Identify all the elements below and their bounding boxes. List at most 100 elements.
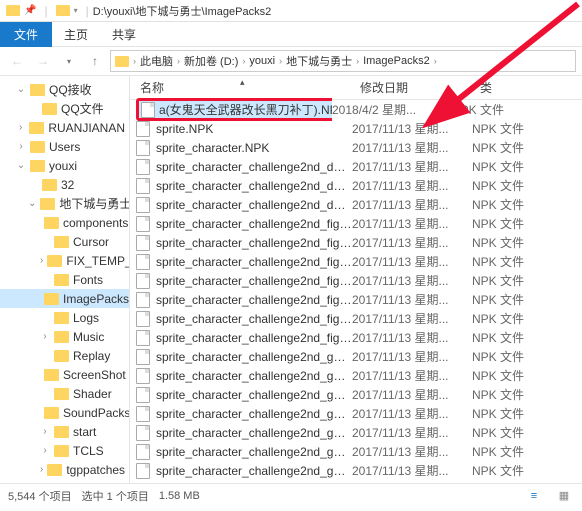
file-type: NPK 文件 xyxy=(472,196,524,213)
file-list[interactable]: a(女鬼天全武器改长黑刀补丁).NPK2018/4/2 星期...NPK 文件s… xyxy=(130,100,582,480)
tree-item-label: SoundPacks xyxy=(63,406,130,420)
tree-item-label: Users xyxy=(49,140,80,154)
tree-item[interactable]: Replay xyxy=(0,346,129,365)
file-row[interactable]: sprite_character_challenge2nd_gunne...20… xyxy=(130,442,582,461)
file-date: 2017/11/13 星期... xyxy=(352,215,472,232)
file-row[interactable]: sprite_character_challenge2nd_fighter...… xyxy=(130,214,582,233)
folder-icon xyxy=(44,293,59,305)
expand-icon[interactable]: › xyxy=(16,141,26,152)
tree-item-label: ImagePacks2 xyxy=(63,292,130,306)
file-row[interactable]: sprite_character_challenge2nd_fighter...… xyxy=(130,309,582,328)
crumb[interactable]: 地下城与勇士 xyxy=(282,53,356,69)
tree-item[interactable]: ⌄QQ接收 xyxy=(0,80,129,99)
tree-item[interactable]: components xyxy=(0,213,129,232)
expand-icon[interactable]: › xyxy=(16,122,25,133)
expand-icon[interactable]: ⌄ xyxy=(28,198,36,209)
tree-item[interactable]: › Music xyxy=(0,327,129,346)
tree-item-label: Music xyxy=(73,330,104,344)
file-row[interactable]: sprite_character_challenge2nd_demo...201… xyxy=(130,176,582,195)
file-row[interactable]: sprite_character_challenge2nd_fighter...… xyxy=(130,328,582,347)
folder-tree[interactable]: ⌄QQ接收QQ文件›RUANJIANAN›Users⌄youxi32⌄地下城与勇… xyxy=(0,76,130,483)
crumb[interactable]: 新加卷 (D:) xyxy=(180,53,242,69)
tree-item[interactable]: ⌄youxi xyxy=(0,156,129,175)
folder-icon xyxy=(40,198,55,210)
tree-item[interactable]: Logs xyxy=(0,308,129,327)
back-button[interactable]: ← xyxy=(6,50,28,72)
file-row[interactable]: sprite_character_challenge2nd_fighter...… xyxy=(130,252,582,271)
file-name: sprite_character_challenge2nd_fighter... xyxy=(156,217,352,231)
tree-item[interactable]: SoundPacks xyxy=(0,403,129,422)
file-row[interactable]: sprite_character_challenge2nd_gunne...20… xyxy=(130,461,582,480)
file-row[interactable]: sprite_character_challenge2nd_darkk...20… xyxy=(130,157,582,176)
file-row[interactable]: sprite_character_challenge2nd_gunne...20… xyxy=(130,366,582,385)
expand-icon[interactable]: › xyxy=(40,445,50,456)
chevron-right-icon[interactable]: › xyxy=(434,56,437,66)
forward-button[interactable]: → xyxy=(32,50,54,72)
recent-dropdown[interactable]: ▾ xyxy=(58,50,80,72)
file-row[interactable]: sprite.NPK2017/11/13 星期...NPK 文件 xyxy=(130,119,582,138)
tree-item[interactable]: ›start xyxy=(0,422,129,441)
breadcrumb[interactable]: › 此电脑 › 新加卷 (D:) › youxi › 地下城与勇士 › Imag… xyxy=(110,50,576,72)
file-row[interactable]: sprite_character_challenge2nd_gunne...20… xyxy=(130,347,582,366)
file-name: sprite_character_challenge2nd_fighter... xyxy=(156,236,352,250)
tree-item[interactable]: Fonts xyxy=(0,270,129,289)
crumb[interactable]: ImagePacks2 xyxy=(359,55,434,67)
folder-icon xyxy=(44,407,59,419)
tree-item[interactable]: ›TCLS xyxy=(0,441,129,460)
file-row[interactable]: sprite_character_challenge2nd_gunne...20… xyxy=(130,385,582,404)
crumb[interactable]: 此电脑 xyxy=(136,53,177,69)
tree-item-label: ScreenShot xyxy=(63,368,126,382)
file-icon xyxy=(141,102,155,118)
file-type: NPK 文件 xyxy=(472,177,524,194)
folder-icon xyxy=(47,464,62,476)
expand-icon[interactable]: › xyxy=(40,255,43,266)
expand-icon[interactable]: › xyxy=(40,464,43,475)
file-type: NPK 文件 xyxy=(472,158,524,175)
tree-item[interactable]: ScreenShot xyxy=(0,365,129,384)
tab-file[interactable]: 文件 xyxy=(0,22,52,47)
qat-pin-icon[interactable]: 📌 xyxy=(24,5,36,16)
item-count: 5,544 个项目 xyxy=(8,488,72,504)
expand-icon[interactable]: › xyxy=(40,331,50,342)
tab-home[interactable]: 主页 xyxy=(52,22,100,47)
file-row[interactable]: sprite_character_challenge2nd_demo...201… xyxy=(130,195,582,214)
tree-item[interactable]: ⌄地下城与勇士 xyxy=(0,194,129,213)
tree-item[interactable]: Cursor xyxy=(0,232,129,251)
crumb[interactable]: youxi xyxy=(245,55,279,67)
file-row[interactable]: sprite_character.NPK2017/11/13 星期...NPK … xyxy=(130,138,582,157)
tree-item[interactable]: Shader xyxy=(0,384,129,403)
thumbnails-view-button[interactable]: ▦ xyxy=(554,487,574,505)
column-name[interactable]: 名称 ▴ xyxy=(130,79,350,96)
column-type[interactable]: 类 xyxy=(470,79,582,96)
tree-item[interactable]: ›FIX_TEMP_ xyxy=(0,251,129,270)
file-row[interactable]: sprite_character_challenge2nd_fighter...… xyxy=(130,271,582,290)
details-view-button[interactable]: ≡ xyxy=(524,487,544,505)
tree-item-label: QQ文件 xyxy=(61,100,104,117)
file-name: sprite_character_challenge2nd_gunne... xyxy=(156,464,352,478)
file-type: NPK 文件 xyxy=(472,215,524,232)
file-date: 2017/11/13 星期... xyxy=(352,310,472,327)
tree-item[interactable]: ›RUANJIANAN xyxy=(0,118,129,137)
file-name: sprite_character_challenge2nd_demo... xyxy=(156,179,352,193)
folder-icon xyxy=(30,141,45,153)
file-type: NPK 文件 xyxy=(472,443,524,460)
tree-item[interactable]: 32 xyxy=(0,175,129,194)
file-row[interactable]: a(女鬼天全武器改长黑刀补丁).NPK2018/4/2 星期...NPK 文件 xyxy=(130,100,582,119)
file-row[interactable]: sprite_character_challenge2nd_gunne...20… xyxy=(130,404,582,423)
tree-item[interactable]: ›tgppatches xyxy=(0,460,129,479)
file-row[interactable]: sprite_character_challenge2nd_gunne...20… xyxy=(130,423,582,442)
up-button[interactable]: ↑ xyxy=(84,50,106,72)
column-date[interactable]: 修改日期 xyxy=(350,79,470,96)
tree-item[interactable]: ImagePacks2 xyxy=(0,289,129,308)
file-icon xyxy=(136,463,150,479)
expand-icon[interactable]: › xyxy=(40,426,50,437)
file-row[interactable]: sprite_character_challenge2nd_fighter...… xyxy=(130,290,582,309)
folder-icon xyxy=(44,217,59,229)
tab-share[interactable]: 共享 xyxy=(100,22,148,47)
expand-icon[interactable]: ⌄ xyxy=(16,84,26,95)
tree-item[interactable]: › Users xyxy=(0,137,129,156)
tree-item[interactable]: QQ文件 xyxy=(0,99,129,118)
qat-dropdown-icon[interactable]: ▾ xyxy=(74,6,78,15)
expand-icon[interactable]: ⌄ xyxy=(16,160,26,171)
file-row[interactable]: sprite_character_challenge2nd_fighter...… xyxy=(130,233,582,252)
